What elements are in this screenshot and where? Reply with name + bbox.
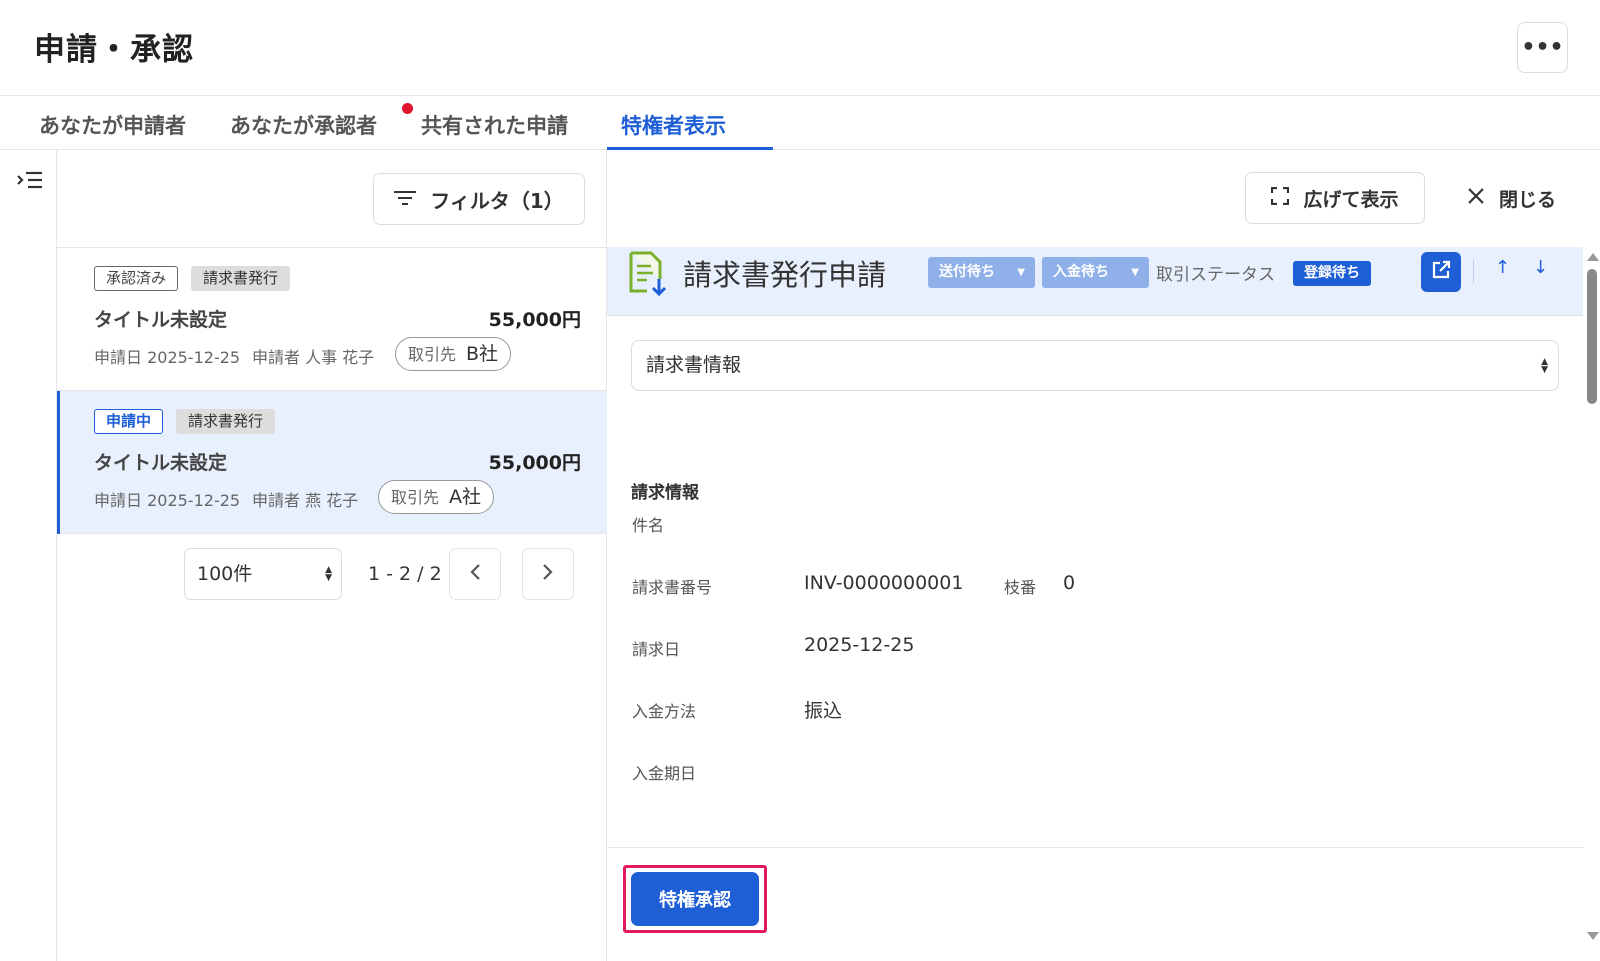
- divider: [1473, 260, 1474, 283]
- select-arrows-icon: ▲ ▼: [1541, 357, 1548, 375]
- branch-value: 0: [1063, 572, 1076, 594]
- close-icon: [1467, 187, 1485, 210]
- partner-pill: 取引先 B社: [395, 337, 512, 371]
- section-select-value: 請求書情報: [646, 354, 742, 376]
- page-header: 申請・承認 •••: [0, 0, 1600, 96]
- type-tag: 請求書発行: [176, 409, 276, 434]
- partner-pill: 取引先 A社: [378, 480, 495, 514]
- subject-label: 件名: [632, 516, 665, 535]
- document-header: 請求書発行申請 送付待ち ▼ 入金待ち ▼ 取引ステータス 登録待ち ↑ ↓: [607, 247, 1583, 316]
- trade-status-badge: 登録待ち: [1293, 261, 1371, 286]
- external-link-icon: [1431, 260, 1451, 284]
- list-item-selected[interactable]: 申請中 請求書発行 タイトル未設定 55,000円 申請日 2025-12-25…: [57, 391, 607, 534]
- section-heading: 請求情報: [631, 483, 699, 503]
- close-label: 閉じる: [1499, 188, 1557, 211]
- payment-due-label: 入金期日: [632, 764, 697, 783]
- applicant: 申請者 燕 花子: [252, 491, 359, 510]
- payment-status-dropdown[interactable]: 入金待ち ▼: [1042, 257, 1149, 288]
- scroll-thumb[interactable]: [1587, 269, 1597, 404]
- tab-shared[interactable]: 共有された申請: [421, 110, 568, 140]
- document-title: 請求書発行申請: [683, 258, 887, 292]
- next-page-button[interactable]: [522, 548, 574, 600]
- side-rail: [0, 150, 57, 961]
- list-item[interactable]: 承認済み 請求書発行 タイトル未設定 55,000円 申請日 2025-12-2…: [57, 248, 607, 391]
- item-title: タイトル未設定: [94, 309, 228, 331]
- item-amount: 55,000円: [488, 309, 581, 331]
- per-page-value: 100件: [197, 563, 253, 585]
- caret-down-icon: ▼: [1131, 267, 1139, 278]
- partner-label: 取引先: [391, 488, 440, 507]
- scroll-down-icon[interactable]: [1587, 932, 1599, 940]
- applicant: 申請者 人事 花子: [252, 348, 375, 367]
- detail-scrollbar[interactable]: [1585, 247, 1600, 947]
- expand-icon: [1271, 186, 1290, 210]
- previous-item-arrow-icon[interactable]: ↑: [1495, 257, 1510, 278]
- type-tag: 請求書発行: [191, 266, 291, 291]
- expand-label: 広げて表示: [1303, 188, 1399, 211]
- application-list-panel: フィルタ（1） 承認済み 請求書発行 タイトル未設定 55,000円 申請日 2…: [57, 150, 607, 961]
- trade-status-label: 取引ステータス: [1156, 265, 1275, 285]
- applied-date: 申請日 2025-12-25: [94, 348, 241, 367]
- caret-down-icon: ▼: [1017, 267, 1025, 278]
- notification-dot: [402, 103, 413, 114]
- tab-applicant[interactable]: あなたが申請者: [39, 110, 186, 140]
- scroll-up-icon[interactable]: [1587, 253, 1599, 261]
- applied-date: 申請日 2025-12-25: [94, 491, 241, 510]
- invoice-date-value: 2025-12-25: [804, 634, 915, 656]
- chevron-right-icon: [542, 563, 554, 585]
- next-item-arrow-icon[interactable]: ↓: [1533, 257, 1548, 278]
- expand-button[interactable]: 広げて表示: [1245, 172, 1425, 224]
- payment-method-value: 振込: [804, 700, 843, 722]
- send-status-dropdown[interactable]: 送付待ち ▼: [928, 257, 1035, 288]
- item-amount: 55,000円: [488, 452, 581, 474]
- section-select[interactable]: 請求書情報 ▲ ▼: [631, 340, 1559, 391]
- tab-approver[interactable]: あなたが承認者: [230, 110, 377, 140]
- per-page-select[interactable]: 100件 ▲ ▼: [184, 548, 342, 600]
- partner-value: A社: [449, 486, 482, 508]
- privileged-approve-button[interactable]: 特権承認: [631, 872, 759, 926]
- item-title: タイトル未設定: [94, 452, 228, 474]
- invoice-date-label: 請求日: [632, 640, 681, 659]
- status-tag: 承認済み: [94, 266, 179, 291]
- detail-panel: 広げて表示 閉じる 請求書発行申請 送付待ち ▼ 入金待ち ▼ 取引ステータス …: [607, 150, 1600, 961]
- prev-page-button[interactable]: [449, 548, 501, 600]
- invoice-document-icon: [627, 251, 671, 301]
- open-external-button[interactable]: [1421, 252, 1461, 292]
- menu-toggle-icon[interactable]: [17, 170, 43, 196]
- divider: [607, 847, 1583, 848]
- divider: [60, 533, 607, 534]
- filter-button[interactable]: フィルタ（1）: [373, 173, 585, 225]
- invoice-number-label: 請求書番号: [632, 578, 713, 597]
- branch-label: 枝番: [1004, 578, 1037, 597]
- payment-status-label: 入金待ち: [1053, 264, 1109, 280]
- invoice-number-value: INV-0000000001: [804, 572, 964, 594]
- more-icon: •••: [1521, 35, 1564, 60]
- chevron-left-icon: [469, 563, 481, 585]
- pagination-range: 1 - 2 / 2: [368, 563, 442, 585]
- more-menu-button[interactable]: •••: [1517, 22, 1568, 73]
- partner-value: B社: [466, 343, 499, 365]
- partner-label: 取引先: [408, 345, 457, 364]
- page-title: 申請・承認: [34, 32, 194, 68]
- filter-label: フィルタ（1）: [430, 188, 564, 213]
- tab-bar: あなたが申請者 あなたが承認者 共有された申請 特権者表示: [0, 96, 1600, 150]
- tab-privileged[interactable]: 特権者表示: [621, 110, 726, 140]
- payment-method-label: 入金方法: [632, 702, 697, 721]
- select-arrows-icon: ▲ ▼: [325, 565, 332, 583]
- close-button[interactable]: 閉じる: [1467, 178, 1556, 218]
- filter-icon: [394, 187, 417, 211]
- send-status-label: 送付待ち: [939, 264, 995, 280]
- app-window: 申請・承認 ••• あなたが申請者 あなたが承認者 共有された申請 特権者表示: [0, 0, 1600, 961]
- status-tag: 申請中: [94, 409, 164, 434]
